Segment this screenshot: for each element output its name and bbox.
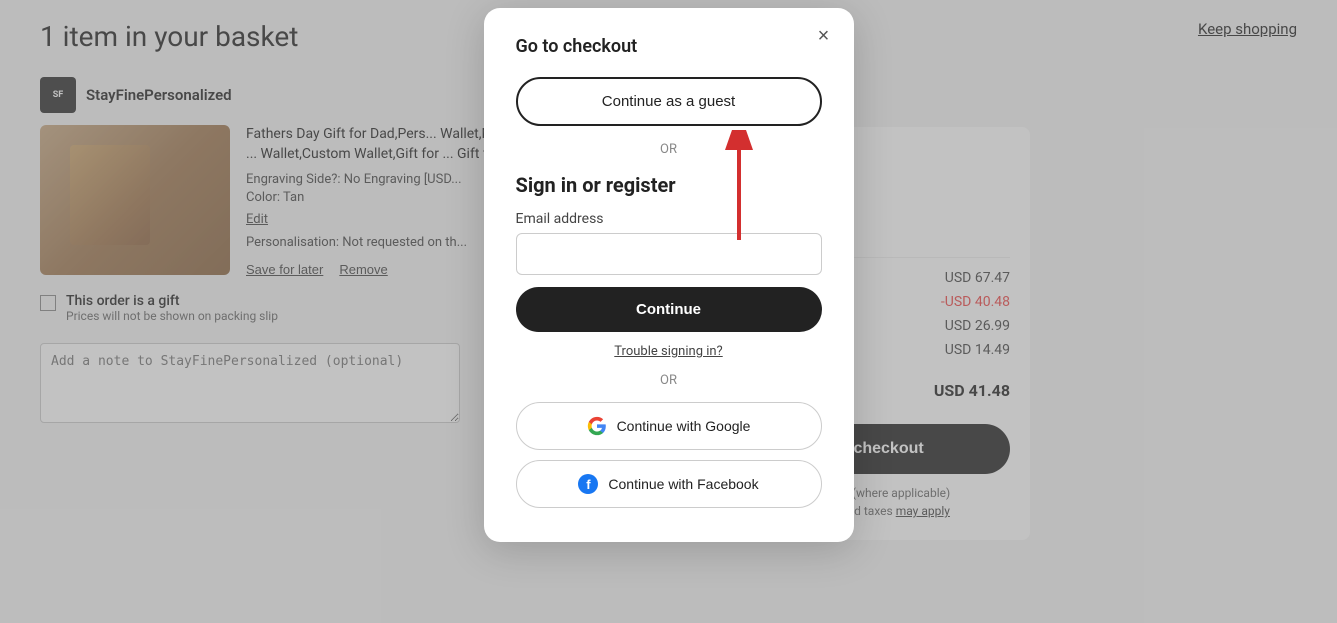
or-divider-2: OR xyxy=(516,373,822,388)
continue-with-google-button[interactable]: Continue with Google xyxy=(516,402,822,450)
google-icon xyxy=(587,416,607,436)
modal-overlay: × Go to checkout Continue as a guest OR … xyxy=(0,0,1337,623)
or-divider-1: OR xyxy=(516,142,822,157)
trouble-signing-in-link[interactable]: Trouble signing in? xyxy=(516,344,822,359)
continue-with-facebook-button[interactable]: f Continue with Facebook xyxy=(516,460,822,508)
modal-title: Go to checkout xyxy=(516,36,822,57)
continue-button[interactable]: Continue xyxy=(516,287,822,332)
sign-in-title: Sign in or register xyxy=(516,173,822,197)
continue-as-guest-button[interactable]: Continue as a guest xyxy=(516,77,822,126)
checkout-modal: × Go to checkout Continue as a guest OR … xyxy=(484,8,854,542)
email-input[interactable] xyxy=(516,233,822,275)
facebook-icon: f xyxy=(578,474,598,494)
close-icon: × xyxy=(818,25,830,48)
modal-close-button[interactable]: × xyxy=(810,22,838,50)
email-label: Email address xyxy=(516,211,822,227)
